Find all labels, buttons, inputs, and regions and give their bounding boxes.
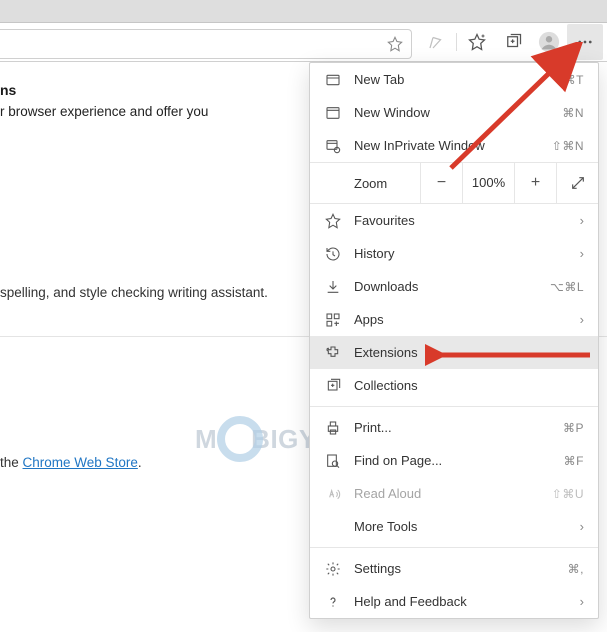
favourites-icon (324, 213, 342, 229)
menu-item-more-tools[interactable]: More Tools › (310, 510, 598, 543)
zoom-out-button[interactable]: − (420, 162, 462, 204)
zoom-label: Zoom (310, 176, 420, 191)
find-more-suffix: . (138, 455, 142, 470)
menu-label: Downloads (354, 279, 538, 294)
menu-label: Help and Feedback (354, 594, 558, 609)
menu-label: Print... (354, 420, 551, 435)
menu-item-print[interactable]: Print... ⌘P (310, 411, 598, 444)
new-window-icon (324, 105, 342, 121)
history-icon (324, 246, 342, 262)
menu-label: New Window (354, 105, 550, 120)
menu-label: Extensions (354, 345, 584, 360)
star-outline-icon[interactable] (387, 36, 403, 52)
collections-menu-icon (324, 378, 342, 394)
menu-label: Find on Page... (354, 453, 552, 468)
find-icon (324, 453, 342, 469)
find-more-prefix: the (0, 455, 23, 470)
menu-shortcut: ⌘P (563, 421, 584, 435)
menu-item-read-aloud: Read Aloud ⇧⌘U (310, 477, 598, 510)
zoom-in-button[interactable]: + (514, 162, 556, 204)
favorites-button[interactable] (459, 24, 495, 60)
new-tab-icon (324, 72, 342, 88)
menu-item-apps[interactable]: Apps › (310, 303, 598, 336)
menu-shortcut: ⇧⌘U (552, 487, 584, 501)
menu-item-downloads[interactable]: Downloads ⌥⌘L (310, 270, 598, 303)
menu-shortcut: ⌘N (562, 106, 584, 120)
menu-zoom-row: Zoom − 100% + (310, 162, 598, 204)
toolbar-separator (456, 33, 457, 51)
menu-label: New InPrivate Window (354, 138, 540, 153)
menu-shortcut: ⌘, (568, 562, 584, 576)
extensions-icon (324, 345, 342, 361)
chrome-web-store-link[interactable]: Chrome Web Store (23, 455, 138, 470)
menu-item-history[interactable]: History › (310, 237, 598, 270)
menu-item-settings[interactable]: Settings ⌘, (310, 552, 598, 585)
menu-item-inprivate[interactable]: New InPrivate Window ⇧⌘N (310, 129, 598, 162)
menu-label: Favourites (354, 213, 558, 228)
window-chrome-top (0, 0, 607, 23)
menu-shortcut: ⌘T (564, 73, 584, 87)
reader-mode-button[interactable] (418, 24, 454, 60)
read-aloud-icon (324, 486, 342, 502)
menu-separator (310, 547, 598, 548)
chevron-right-icon: › (570, 213, 584, 228)
menu-shortcut: ⌥⌘L (550, 280, 584, 294)
menu-item-find[interactable]: Find on Page... ⌘F (310, 444, 598, 477)
browser-toolbar (0, 23, 607, 62)
more-options-menu: New Tab ⌘T New Window ⌘N New InPrivate W… (309, 62, 599, 619)
menu-label: Collections (354, 378, 584, 393)
settings-icon (324, 561, 342, 577)
menu-item-extensions[interactable]: Extensions (310, 336, 598, 369)
apps-icon (324, 312, 342, 328)
menu-label: Read Aloud (354, 486, 540, 501)
more-options-button[interactable] (567, 24, 603, 60)
menu-item-new-window[interactable]: New Window ⌘N (310, 96, 598, 129)
menu-item-favourites[interactable]: Favourites › (310, 204, 598, 237)
menu-shortcut: ⌘F (564, 454, 584, 468)
chevron-right-icon: › (570, 519, 584, 534)
chevron-right-icon: › (570, 246, 584, 261)
menu-item-new-tab[interactable]: New Tab ⌘T (310, 63, 598, 96)
menu-item-help[interactable]: Help and Feedback › (310, 585, 598, 618)
address-bar-fragment[interactable] (0, 29, 412, 59)
inprivate-icon (324, 138, 342, 154)
fullscreen-button[interactable] (556, 162, 598, 204)
menu-label: More Tools (354, 519, 558, 534)
menu-item-collections[interactable]: Collections (310, 369, 598, 402)
menu-label: History (354, 246, 558, 261)
menu-shortcut: ⇧⌘N (552, 139, 584, 153)
help-icon (324, 594, 342, 610)
menu-label: New Tab (354, 72, 552, 87)
print-icon (324, 420, 342, 436)
menu-label: Settings (354, 561, 556, 576)
collections-button[interactable] (495, 24, 531, 60)
menu-separator (310, 406, 598, 407)
profile-button[interactable] (531, 24, 567, 60)
downloads-icon (324, 279, 342, 295)
chevron-right-icon: › (570, 312, 584, 327)
zoom-value: 100% (462, 162, 514, 204)
menu-label: Apps (354, 312, 558, 327)
chevron-right-icon: › (570, 594, 584, 609)
